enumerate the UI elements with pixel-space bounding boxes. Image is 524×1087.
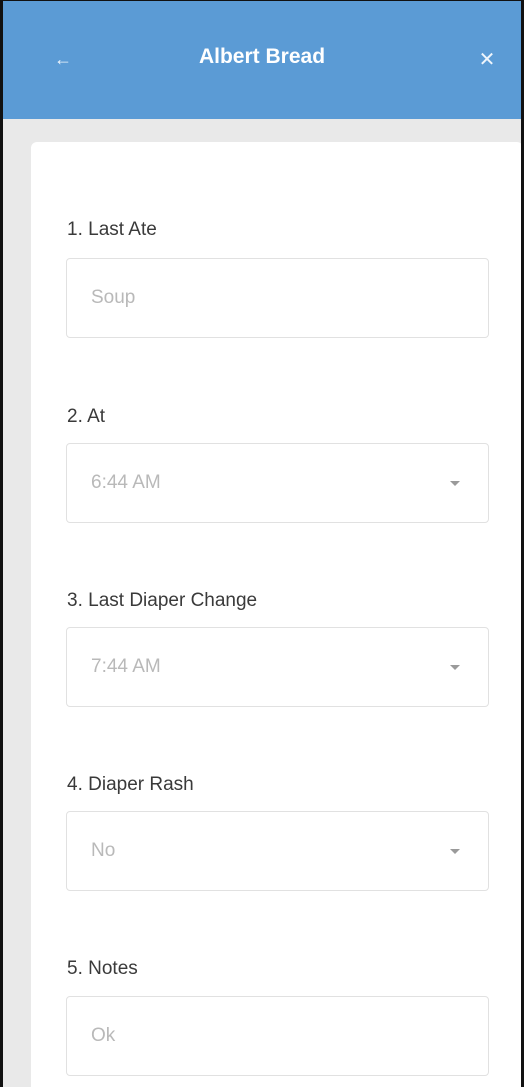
last-diaper-change-select[interactable]: 7:44 AM <box>66 627 489 707</box>
app-window: ← Albert Bread ✕ 1. Last Ate Soup 2. At … <box>0 0 524 1087</box>
chevron-down-icon <box>450 481 460 486</box>
diaper-rash-value: No <box>91 840 116 861</box>
page-title: Albert Bread <box>198 45 326 68</box>
at-value: 6:44 AM <box>91 472 161 493</box>
chevron-down-icon <box>450 849 460 854</box>
header-bar: ← Albert Bread ✕ <box>3 1 521 119</box>
last-ate-value: Soup <box>91 287 136 308</box>
chevron-down-icon <box>450 665 460 670</box>
diaper-rash-label: 4. Diaper Rash <box>67 774 194 795</box>
last-ate-label: 1. Last Ate <box>67 219 157 240</box>
notes-input[interactable]: Ok <box>66 996 489 1076</box>
last-diaper-change-value: 7:44 AM <box>91 656 161 677</box>
notes-value: Ok <box>91 1025 116 1046</box>
notes-label: 5. Notes <box>67 958 138 979</box>
at-select[interactable]: 6:44 AM <box>66 443 489 523</box>
diaper-rash-select[interactable]: No <box>66 811 489 891</box>
at-label: 2. At <box>67 406 106 427</box>
last-diaper-change-label: 3. Last Diaper Change <box>67 590 258 611</box>
last-ate-input[interactable]: Soup <box>66 258 489 338</box>
close-icon[interactable]: ✕ <box>471 43 503 75</box>
